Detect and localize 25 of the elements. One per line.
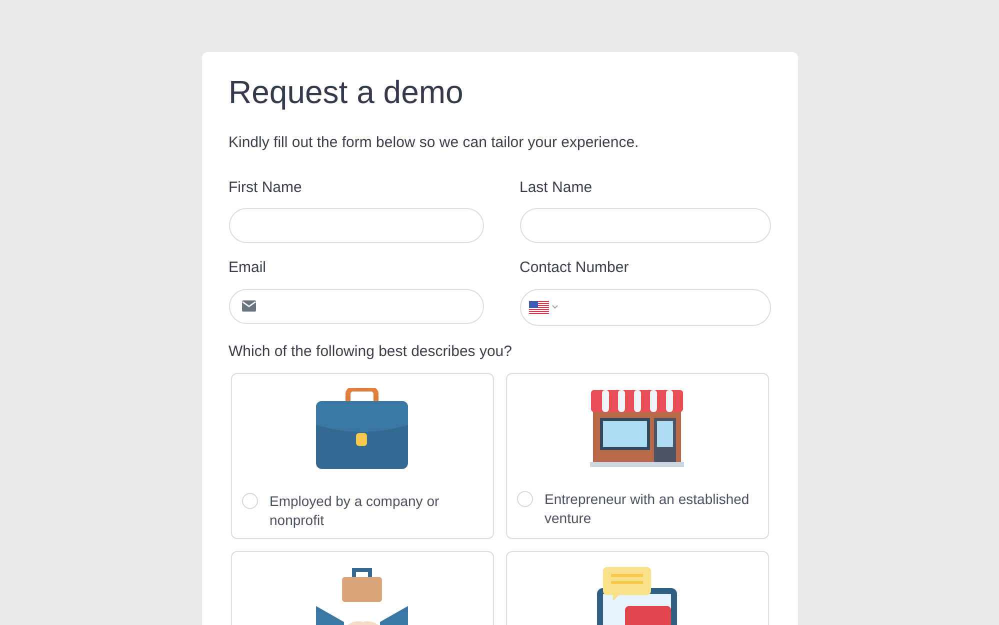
question-label: Which of the following best describes you? <box>228 342 513 362</box>
field-label: First Name <box>228 178 303 198</box>
field-label: Email <box>228 258 268 278</box>
option-card[interactable]: Entrepreneur with an established venture <box>506 373 768 539</box>
handshake-icon <box>315 566 409 625</box>
form-subtitle: Kindly fill out the form below so we can tailor your experience. <box>228 133 640 153</box>
storefront-icon <box>590 388 684 468</box>
option-label: Employed by a company or nonprofit <box>270 492 440 530</box>
radio-button[interactable] <box>242 493 258 509</box>
email-field[interactable] <box>228 288 484 324</box>
text-field[interactable] <box>520 208 770 243</box>
laptop-chat-icon <box>595 566 679 625</box>
phone-field[interactable] <box>520 288 770 326</box>
option-card[interactable]: Employed by a company or nonprofit <box>230 373 494 539</box>
first-name-field[interactable] <box>228 208 484 243</box>
field-label: Last Name <box>520 178 594 198</box>
briefcase-icon <box>315 388 409 470</box>
chevron-down-icon <box>552 305 558 309</box>
option-label: Entrepreneur with an established venture <box>544 490 750 528</box>
flag-icon <box>528 300 548 314</box>
envelope-icon <box>242 300 256 312</box>
radio-button[interactable] <box>516 491 532 507</box>
country-picker[interactable] <box>528 300 558 314</box>
form-title: Request a demo <box>228 73 464 112</box>
field-label: Contact Number <box>520 258 630 278</box>
